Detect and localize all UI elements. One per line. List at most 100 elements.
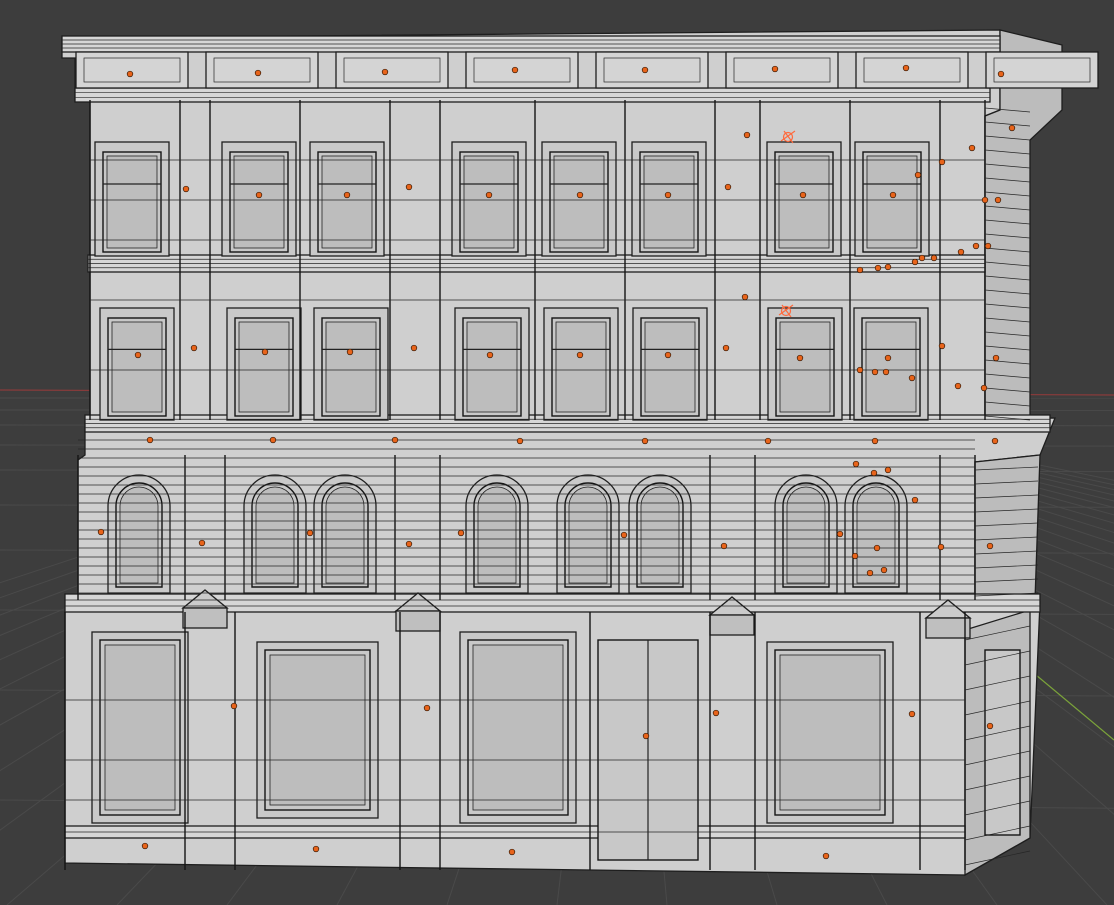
origin-point-icon	[871, 437, 879, 445]
origin-point-icon	[851, 552, 859, 560]
upper-window-6-glass	[778, 155, 830, 249]
origin-point-icon	[664, 191, 672, 199]
origin-point-icon	[980, 384, 988, 392]
middle-side-face[interactable]	[974, 454, 1041, 601]
pier-capital-3	[925, 617, 971, 639]
arched-window-7-glass	[856, 486, 896, 584]
origin-point-icon	[724, 183, 732, 191]
arched-window-3-glass	[477, 486, 517, 584]
origin-point-icon	[911, 258, 919, 266]
origin-point-icon	[410, 344, 418, 352]
origin-point-icon	[981, 196, 989, 204]
arched-window-0-glass	[119, 486, 159, 584]
origin-point-icon	[405, 183, 413, 191]
origin-point-icon	[508, 848, 516, 856]
origin-point-icon	[836, 530, 844, 538]
origin-point-icon	[937, 543, 945, 551]
origin-point-icon	[997, 70, 1005, 78]
second-window-5-glass	[644, 321, 696, 413]
origin-point-icon	[914, 171, 922, 179]
origin-point-icon	[873, 544, 881, 552]
origin-point-icon	[254, 69, 262, 77]
origin-point-icon	[405, 540, 413, 548]
origin-point-icon	[771, 65, 779, 73]
building-mesh[interactable]	[61, 29, 1099, 877]
origin-point-icon	[720, 542, 728, 550]
origin-point-icon	[957, 248, 965, 256]
origin-point-icon	[664, 351, 672, 359]
origin-point-icon	[984, 242, 992, 250]
upper-window-5-glass	[643, 155, 695, 249]
frieze-panel	[855, 51, 969, 89]
origin-point-icon	[852, 460, 860, 468]
arched-window-2-glass	[325, 486, 365, 584]
origin-point-icon	[642, 732, 650, 740]
origin-point-icon	[986, 722, 994, 730]
origin-point-icon	[908, 710, 916, 718]
origin-point-icon	[576, 351, 584, 359]
origin-point-icon	[870, 469, 878, 477]
origin-point-icon	[641, 437, 649, 445]
frieze-panel	[335, 51, 449, 89]
origin-point-icon	[741, 293, 749, 301]
origin-point-icon	[1008, 124, 1016, 132]
shop-window-glass-0	[104, 644, 176, 811]
pier-capital-1	[395, 610, 441, 632]
facade-scene[interactable]	[0, 0, 1114, 905]
frieze-panel	[75, 51, 189, 89]
origin-point-icon	[902, 64, 910, 72]
frieze-panel	[725, 51, 839, 89]
origin-point-icon	[576, 191, 584, 199]
second-window-6-glass	[779, 321, 831, 413]
origin-point-icon	[485, 191, 493, 199]
origin-point-icon	[620, 531, 628, 539]
origin-point-icon	[230, 702, 238, 710]
origin-point-icon	[134, 351, 142, 359]
origin-point-icon	[992, 354, 1000, 362]
origin-point-icon	[712, 709, 720, 717]
upper-window-1-glass	[233, 155, 285, 249]
3d-viewport[interactable]	[0, 0, 1114, 905]
origin-point-icon	[381, 68, 389, 76]
origin-point-icon	[968, 144, 976, 152]
frieze-panel	[205, 51, 319, 89]
origin-point-icon	[911, 496, 919, 504]
origin-point-icon	[930, 254, 938, 262]
upper-window-7-glass	[866, 155, 918, 249]
origin-point-icon	[856, 266, 864, 274]
shop-window-glass-1	[269, 654, 366, 806]
origin-point-icon	[994, 196, 1002, 204]
origin-point-icon	[511, 66, 519, 74]
origin-point-icon	[126, 70, 134, 78]
origin-point-icon	[261, 348, 269, 356]
origin-point-icon	[822, 852, 830, 860]
origin-point-icon	[743, 131, 751, 139]
origin-point-icon	[871, 368, 879, 376]
origin-point-icon	[146, 436, 154, 444]
origin-point-icon	[991, 437, 999, 445]
origin-point-icon	[190, 344, 198, 352]
origin-point-icon	[141, 842, 149, 850]
origin-point-icon	[722, 344, 730, 352]
origin-point-icon	[799, 191, 807, 199]
pier-capital-0	[182, 607, 228, 629]
origin-point-icon	[255, 191, 263, 199]
origin-point-icon	[346, 348, 354, 356]
frieze-panel	[985, 51, 1099, 89]
origin-point-icon	[938, 342, 946, 350]
origin-point-icon	[856, 366, 864, 374]
origin-point-icon	[423, 704, 431, 712]
arched-window-1-glass	[255, 486, 295, 584]
shop-window-glass-2	[472, 644, 564, 811]
upper-window-2-glass	[321, 155, 373, 249]
origin-point-icon	[986, 542, 994, 550]
origin-point-icon	[312, 845, 320, 853]
second-window-2-glass	[325, 321, 377, 413]
upper-window-0-glass	[106, 155, 158, 249]
arched-window-6-glass	[786, 486, 826, 584]
second-window-0-glass	[111, 321, 163, 413]
origin-point-icon	[516, 437, 524, 445]
upper-window-4-glass	[553, 155, 605, 249]
origin-point-icon	[884, 354, 892, 362]
shop-window-glass-3	[779, 654, 881, 811]
